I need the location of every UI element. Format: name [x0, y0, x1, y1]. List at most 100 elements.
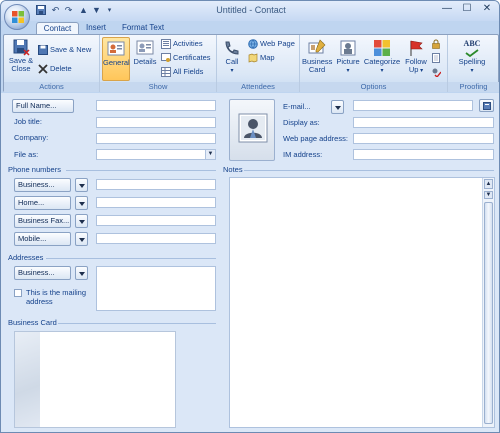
activities-button[interactable]: Activities: [161, 38, 203, 50]
full-name-field[interactable]: [96, 100, 216, 111]
notes-scrollbar[interactable]: ▲ ▼: [482, 178, 494, 427]
address-type-button[interactable]: Business...: [14, 266, 71, 280]
email-field[interactable]: [353, 100, 473, 111]
phone-home-field[interactable]: [96, 197, 216, 208]
all-fields-button[interactable]: All Fields: [161, 66, 203, 78]
call-button[interactable]: Call ▾: [220, 39, 244, 75]
phone-business-button[interactable]: Business...: [14, 178, 71, 192]
categorize-label: Categorize: [363, 57, 401, 66]
call-dropdown-icon: ▾: [230, 68, 234, 74]
follow-up-dropdown-icon: ▾: [418, 68, 424, 74]
certificates-label: Certificates: [173, 53, 211, 62]
picture-button[interactable]: Picture ▾: [334, 39, 362, 75]
addresses-heading: Addresses: [8, 253, 44, 262]
notes-divider: [244, 170, 494, 171]
business-card-preview[interactable]: [14, 331, 176, 428]
title-bar: ↶ ↷ ▲ ▼ ▾ Untitled - Contact — ☐ ✕: [1, 1, 499, 21]
map-button[interactable]: Map: [248, 52, 275, 64]
phone-business-fax-dropdown[interactable]: [75, 214, 88, 228]
minimize-button[interactable]: —: [437, 2, 457, 17]
company-label: Company:: [14, 133, 49, 142]
contact-form: Full Name... Job title: Company: File as…: [1, 93, 499, 432]
contact-window: ↶ ↷ ▲ ▼ ▾ Untitled - Contact — ☐ ✕ Conta…: [0, 0, 500, 433]
scroll-up-icon[interactable]: ▲: [484, 179, 493, 189]
scroll-down-icon[interactable]: ▼: [484, 191, 493, 199]
business-card-label-2: Card: [308, 65, 326, 74]
proofing-group-label: Proofing: [448, 82, 499, 92]
office-button[interactable]: [4, 4, 30, 30]
phone-business-field[interactable]: [96, 179, 216, 190]
details-button[interactable]: Details: [132, 39, 158, 66]
private-button[interactable]: [431, 38, 443, 50]
company-field[interactable]: [96, 133, 216, 144]
save-new-button[interactable]: Save & New: [38, 44, 91, 56]
close-button[interactable]: ✕: [477, 2, 497, 17]
mailing-address-checkbox[interactable]: [14, 289, 22, 297]
lock-icon: [432, 39, 440, 49]
phone-home-dropdown[interactable]: [75, 196, 88, 210]
address-type-dropdown[interactable]: [75, 266, 88, 280]
email-label[interactable]: E-mail...: [283, 102, 311, 112]
spelling-label: Spelling: [458, 57, 486, 66]
document-icon: [432, 53, 440, 64]
actions-group-label: Actions: [4, 82, 99, 92]
categorize-dropdown-icon: ▾: [380, 68, 384, 74]
categorize-button[interactable]: Categorize ▾: [363, 39, 401, 75]
scrollbar-thumb[interactable]: [484, 202, 493, 424]
group-show: General Details Activities Certificates …: [100, 35, 217, 92]
im-address-field[interactable]: [353, 149, 494, 160]
picture-icon: [340, 40, 356, 56]
phone-business-fax-button[interactable]: Business Fax...: [14, 214, 71, 228]
general-button[interactable]: General: [102, 37, 130, 81]
details-label: Details: [133, 57, 157, 66]
picture-dropdown-icon: ▾: [346, 68, 350, 74]
save-new-icon: [38, 45, 48, 56]
web-page-label: Web page address:: [283, 134, 348, 143]
certificates-button[interactable]: Certificates: [161, 52, 211, 64]
spelling-dropdown-icon: ▾: [470, 68, 474, 74]
address-book-button[interactable]: [479, 99, 494, 112]
contact-picture-button[interactable]: [229, 99, 275, 161]
show-group-label: Show: [100, 82, 216, 92]
save-close-icon: [13, 39, 30, 56]
group-proofing: ABC Spelling ▾ Proofing: [448, 35, 499, 92]
follow-up-button[interactable]: Follow Up ▾: [403, 39, 429, 75]
phone-mobile-button[interactable]: Mobile...: [14, 232, 71, 246]
phone-numbers-heading: Phone numbers: [8, 165, 61, 174]
job-title-field[interactable]: [96, 117, 216, 128]
file-as-field[interactable]: ▼: [96, 149, 216, 160]
maximize-button[interactable]: ☐: [457, 2, 477, 17]
phone-mobile-field[interactable]: [96, 233, 216, 244]
phone-home-button[interactable]: Home...: [14, 196, 71, 210]
full-name-button[interactable]: Full Name...: [12, 99, 74, 113]
display-as-field[interactable]: [353, 117, 494, 128]
notes-area[interactable]: ▲ ▼: [229, 177, 495, 428]
web-page-field[interactable]: [353, 133, 494, 144]
email-dropdown[interactable]: [331, 100, 344, 114]
job-title-label: Job title:: [14, 117, 42, 126]
business-card-heading: Business Card: [8, 318, 57, 327]
activities-label: Activities: [173, 39, 203, 48]
notes-heading: Notes: [223, 165, 243, 174]
web-page-label: Web Page: [260, 39, 295, 48]
office-logo-icon: [12, 11, 24, 23]
notes-options-button[interactable]: [431, 52, 443, 64]
check-names-button[interactable]: [431, 66, 443, 78]
phone-mobile-dropdown[interactable]: [75, 232, 88, 246]
address-section-divider: [46, 258, 216, 259]
address-field[interactable]: [96, 266, 216, 311]
phone-business-dropdown[interactable]: [75, 178, 88, 192]
save-new-label: Save & New: [50, 45, 92, 54]
business-card-button[interactable]: Business Card: [302, 39, 332, 74]
certificates-icon: [161, 53, 171, 63]
web-page-button[interactable]: Web Page: [248, 38, 295, 50]
business-card-divider: [58, 323, 216, 324]
delete-button[interactable]: Delete: [38, 63, 72, 75]
group-attendees: Call ▾ Web Page Map Attendees: [217, 35, 300, 92]
file-as-dropdown-icon[interactable]: ▼: [205, 150, 215, 159]
phone-business-fax-field[interactable]: [96, 215, 216, 226]
save-close-button[interactable]: Save & Close: [8, 38, 34, 73]
delete-icon: [38, 64, 48, 74]
call-label: Call: [225, 57, 239, 66]
spelling-button[interactable]: ABC Spelling ▾: [454, 39, 490, 75]
